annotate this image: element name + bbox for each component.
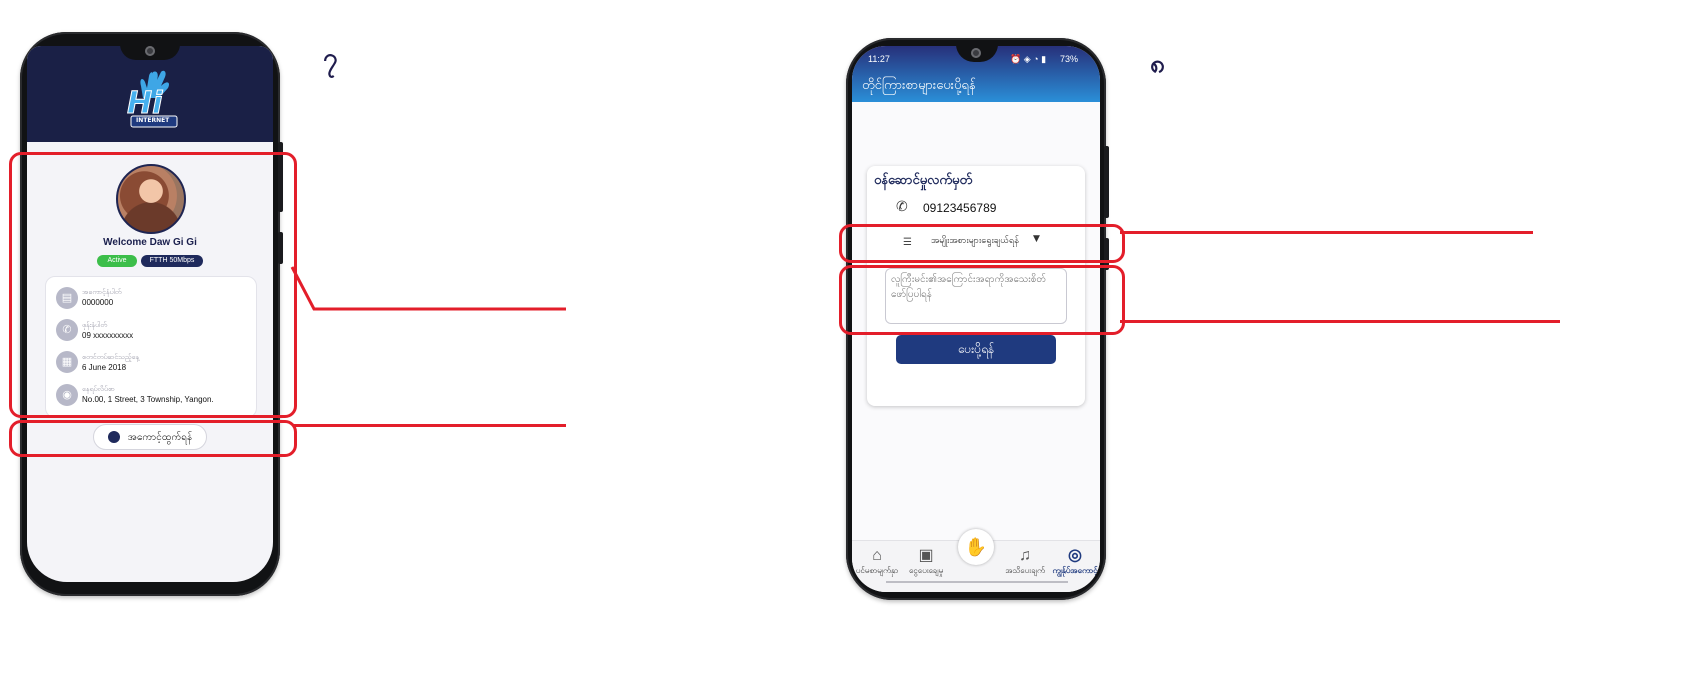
nav-home-label: ပင်မစာမျက်နှာ [855,566,899,575]
bottom-nav: ⌂ ပင်မစာမျက်နှာ ▣ ငွေပေးချေမှု ✋ ♫ အသိပေ… [852,529,1100,592]
account-icon: ◎ [1068,547,1082,564]
nav-center-logo[interactable]: ✋ [958,529,994,565]
category-highlight-box [839,224,1125,263]
app-header: Hi INTERNET [27,46,273,142]
front-camera [145,46,155,56]
status-time: 11:27 [868,54,890,64]
page-title: တိုင်ကြားစာများပေးပို့ရန် [862,77,976,92]
nav-home[interactable]: ⌂ ပင်မစာမျက်နှာ [852,547,902,577]
nav-notifications[interactable]: ♫ အသိပေးချက် [1000,547,1050,577]
hi-logo-icon: ✋ [964,537,988,557]
card-title: ဝန်ဆောင်မှုလက်မှတ် [874,172,973,187]
nav-gesture-bar [886,581,1068,583]
nav-payment-label: ငွေပေးချေမှု [908,566,944,575]
submit-button[interactable]: ပေးပို့ရန် [896,335,1056,364]
nav-account[interactable]: ◎ ကျွန်ုပ်အကောင့် [1050,547,1100,577]
status-icons: ⏰ ◈ ◔ ▮ [1010,54,1047,64]
logout-callout-line [294,424,566,427]
logo-hi-text: Hi [126,86,163,122]
battery-percent: 73% [1060,54,1079,64]
profile-callout-line [290,266,566,311]
message-highlight-box [839,265,1125,335]
home-icon: ⌂ [872,547,882,564]
profile-highlight-box [9,152,297,418]
step-number-seven: ၇ [323,43,338,73]
nav-notifications-label: အသိပေးချက် [1005,566,1045,575]
category-callout-line [1120,231,1533,234]
phone-number: 09123456789 [923,201,997,215]
message-callout-line [1120,320,1560,323]
nav-account-label: ကျွန်ုပ်အကောင့် [1052,566,1098,575]
step-number-eight: ၈ [1150,49,1165,79]
volume-button [1104,146,1109,218]
phone-icon: ✆ [896,199,908,215]
logout-highlight-box [9,420,297,457]
bell-icon: ♫ [1019,547,1031,564]
payment-icon: ▣ [918,547,934,564]
nav-payment[interactable]: ▣ ငွေပေးချေမှု [902,547,950,577]
hi-internet-logo: Hi INTERNET [123,68,183,128]
logo-internet-text: INTERNET [136,117,170,124]
front-camera [971,48,981,58]
